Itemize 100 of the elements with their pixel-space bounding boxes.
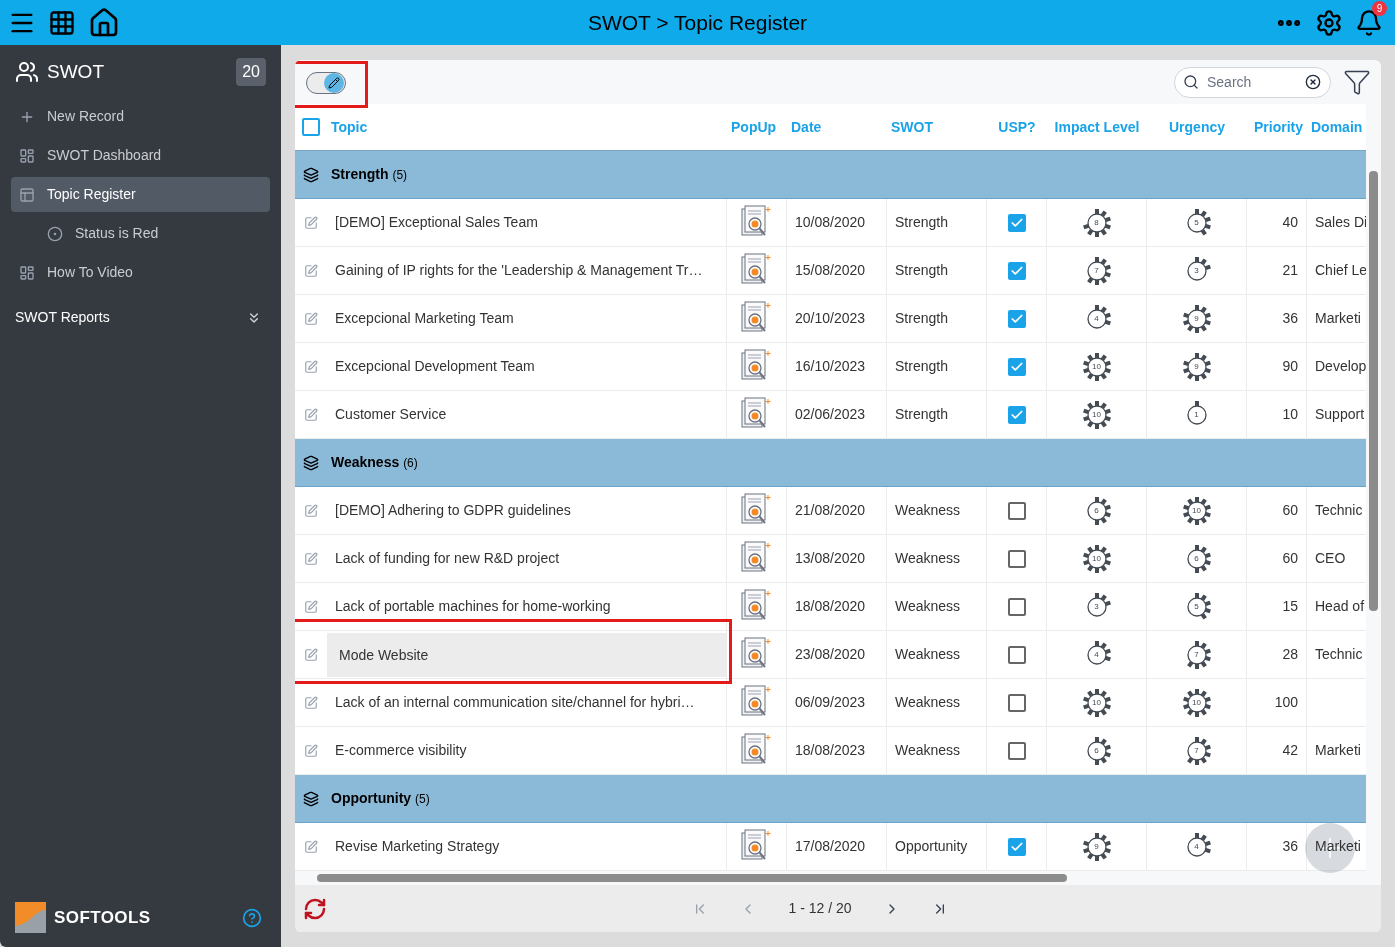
group-header[interactable]: Weakness (6): [295, 439, 1366, 487]
date-text: 02/06/2023: [795, 405, 866, 424]
domain-text: Support: [1315, 405, 1365, 424]
date-text: 20/10/2023: [795, 309, 866, 328]
usp-checkbox[interactable]: [1007, 213, 1026, 232]
edit-mode-toggle[interactable]: [306, 71, 346, 94]
edit-icon[interactable]: [304, 311, 318, 326]
topic-text: Lack of an internal communication site/channel for hybri…: [335, 693, 695, 712]
usp-checkbox[interactable]: [1007, 501, 1026, 520]
priority-value: 42: [1282, 741, 1298, 760]
rating-dial: 8: [1082, 208, 1111, 237]
team-icon: [15, 60, 39, 84]
sidebar-item[interactable]: Status is Red: [11, 216, 270, 251]
notification-badge: 9: [1372, 0, 1387, 16]
domain-text: Chief Le: [1315, 261, 1366, 280]
usp-checkbox[interactable]: [1007, 693, 1026, 712]
topic-text: Excepcional Development Team: [335, 357, 535, 376]
date-text: 15/08/2020: [795, 261, 866, 280]
search-icon: [1183, 74, 1199, 90]
filter-icon[interactable]: [1343, 68, 1371, 96]
sidebar-item[interactable]: SWOT Dashboard: [11, 138, 270, 173]
record-count-badge: 20: [236, 58, 266, 86]
brand-logo: [15, 902, 46, 933]
edit-icon[interactable]: [304, 503, 318, 518]
swot-text: Strength: [895, 357, 948, 376]
usp-checkbox[interactable]: [1007, 597, 1026, 616]
brand-name: SOFTOOLS: [54, 906, 151, 929]
swot-text: Weakness: [895, 741, 961, 760]
edit-icon[interactable]: [304, 551, 318, 566]
table-icon: [19, 186, 35, 203]
date-text: 10/08/2020: [795, 213, 866, 232]
sidebar-item[interactable]: Topic Register: [11, 177, 270, 212]
edit-icon[interactable]: [304, 263, 318, 278]
section-header[interactable]: SWOT Reports: [11, 300, 270, 335]
topic-text: Excepcional Marketing Team: [335, 309, 514, 328]
swot-text: Strength: [895, 213, 948, 232]
rating-dial: 10: [1082, 544, 1111, 573]
edit-icon[interactable]: [304, 215, 318, 230]
swot-text: Weakness: [895, 501, 961, 520]
rating-dial: 10: [1082, 688, 1111, 717]
clear-icon[interactable]: [1305, 74, 1321, 90]
refresh-icon[interactable]: [303, 896, 327, 921]
dashboard-icon: [19, 147, 35, 164]
edit-icon[interactable]: [304, 743, 318, 758]
edit-icon[interactable]: [304, 359, 318, 374]
settings-icon[interactable]: [1315, 8, 1343, 37]
rating-dial: 10: [1182, 688, 1211, 717]
date-text: 13/08/2020: [795, 549, 866, 568]
group-label: Weakness (6): [331, 453, 418, 472]
priority-value: 90: [1282, 357, 1298, 376]
usp-checkbox[interactable]: [1007, 261, 1026, 280]
swot-text: Strength: [895, 405, 948, 424]
date-text: 16/10/2023: [795, 357, 866, 376]
group-header[interactable]: Opportunity (5): [295, 775, 1366, 823]
domain-text: Marketi: [1315, 741, 1361, 760]
domain-text: Technic: [1315, 645, 1363, 664]
domain-text: Develop: [1315, 357, 1366, 376]
edit-icon[interactable]: [304, 647, 318, 662]
group-header[interactable]: Strength (5): [295, 151, 1366, 199]
usp-checkbox[interactable]: [1007, 357, 1026, 376]
grid-icon[interactable]: [48, 8, 76, 37]
app-name: SWOT: [47, 59, 104, 84]
target-icon: [47, 225, 63, 242]
usp-checkbox[interactable]: [1007, 645, 1026, 664]
edit-icon[interactable]: [304, 407, 318, 422]
swot-text: Strength: [895, 261, 948, 280]
layers-icon: [303, 454, 319, 471]
sidebar-item[interactable]: How To Video: [11, 255, 270, 290]
edit-icon[interactable]: [304, 695, 318, 710]
rating-dial: 9: [1182, 352, 1211, 381]
domain-text: Technic: [1315, 501, 1363, 520]
date-text: 21/08/2020: [795, 501, 866, 520]
home-icon[interactable]: [88, 6, 120, 39]
topic-text: E-commerce visibility: [335, 741, 467, 760]
usp-checkbox[interactable]: [1007, 837, 1026, 856]
usp-checkbox[interactable]: [1007, 309, 1026, 328]
search-input[interactable]: Search: [1207, 71, 1297, 93]
select-all-checkbox[interactable]: [302, 118, 320, 136]
swot-text: Strength: [895, 309, 948, 328]
usp-checkbox[interactable]: [1007, 549, 1026, 568]
help-icon[interactable]: [242, 907, 262, 928]
priority-value: 60: [1282, 501, 1298, 520]
priority-value: 21: [1282, 261, 1298, 280]
layers-icon: [303, 166, 319, 183]
swot-text: Opportunity: [895, 837, 968, 856]
edit-icon[interactable]: [304, 599, 318, 614]
layers-icon: [303, 790, 319, 807]
rating-dial: 10: [1082, 400, 1111, 429]
domain-text: Head of: [1315, 597, 1365, 616]
sidebar-item[interactable]: New Record: [11, 99, 270, 134]
edit-icon[interactable]: [304, 839, 318, 854]
topic-input-field[interactable]: Mode Website: [327, 632, 726, 677]
group-label: Opportunity (5): [331, 789, 430, 808]
usp-checkbox[interactable]: [1007, 741, 1026, 760]
group-label: Strength (5): [331, 165, 408, 184]
search-field[interactable]: Search: [1174, 66, 1331, 98]
priority-value: 40: [1282, 213, 1298, 232]
usp-checkbox[interactable]: [1007, 405, 1026, 424]
date-text: 18/08/2023: [795, 741, 866, 760]
priority-value: 60: [1282, 549, 1298, 568]
